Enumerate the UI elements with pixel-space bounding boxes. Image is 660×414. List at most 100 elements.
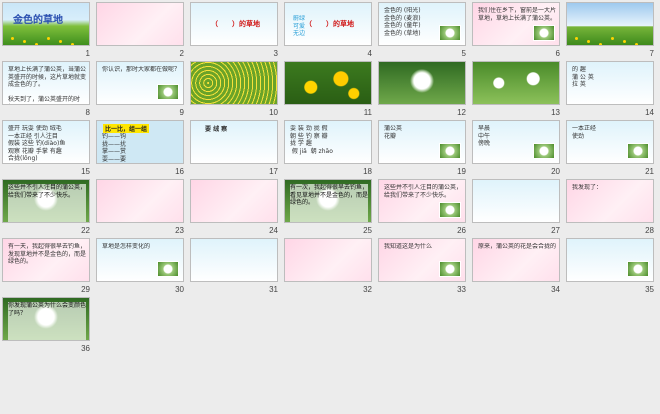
slide-thumbnail-25[interactable]: 有一次，我起得很早去钓鱼，看见草地并不是金色的，而是绿色的。	[284, 179, 372, 223]
slide-thumbnail-cell: 我发现了： 28	[564, 177, 658, 236]
slide-thumbnail-27[interactable]	[472, 179, 560, 223]
slide-number: 33	[457, 285, 466, 294]
slide-thumbnail-16[interactable]: 比一比，组一组 钓——钩 拢——扰 掌——赏 耍——要	[96, 120, 184, 164]
slide-thumbnail-13[interactable]	[472, 61, 560, 105]
slide-thumbnail-18[interactable]: 耍 装 劲 拢 假 朝 些 钓 察 瓣 拢 学 趣 假 jiǎ 朝 zhāo	[284, 120, 372, 164]
slide-number: 1	[85, 49, 90, 58]
slide-thumbnail-cell: 10	[188, 59, 282, 118]
slide-thumbnail-cell: 一本正经 使劲 21	[564, 118, 658, 177]
slide-body-text: 草地上长满了蒲公英，当蒲公英盛开的时候，这片草地就变成金色的了。 秋天到了，蒲公…	[8, 66, 86, 104]
slide-thumbnail-cell: 有一次，我起得很早去钓鱼，看见草地并不是金色的，而是绿色的。 25	[282, 177, 376, 236]
slide-thumbnail-cell: 草地是怎样变化的 30	[94, 236, 188, 295]
slide-thumbnail-cell: 原来，蒲公英的花是会合拢的 34	[470, 236, 564, 295]
slide-photo	[627, 261, 649, 277]
slide-thumbnail-9[interactable]: 你认识，那时大家都在做呢？	[96, 61, 184, 105]
slide-thumbnail-31[interactable]	[190, 238, 278, 282]
slide-title: 要 绒 察	[205, 126, 228, 133]
slide-thumbnail-23[interactable]	[96, 179, 184, 223]
slide-number: 24	[269, 226, 278, 235]
slide-thumbnail-17[interactable]: 要 绒 察	[190, 120, 278, 164]
slide-thumbnail-cell: 13	[470, 59, 564, 118]
slide-number: 36	[81, 344, 90, 353]
slide-thumbnail-cell: 这些并不引人注目的蒲公英，给我们带来了不少快乐。 22	[0, 177, 94, 236]
slide-thumbnail-3[interactable]: （ ）的草地	[190, 2, 278, 46]
slide-thumbnail-cell: 我知道这是为什么 33	[376, 236, 470, 295]
slide-thumbnail-29[interactable]: 有一天，我起得很早去钓鱼，发现草地并不是金色的，而是绿色的。	[2, 238, 90, 282]
slide-body-text: 我发现了：	[572, 184, 603, 191]
slide-thumbnail-cell: （ ）的草地 蔚绿 可爱 无边 4	[282, 0, 376, 59]
slide-thumbnail-cell: 的 趣 蒲 公 英 拉 英 14	[564, 59, 658, 118]
slide-sorter-grid: 金色的草地 1 2 （ ）的草地 3 （ ）的草地 蔚绿 可爱 无边 4 金色的 (阳光) 金色…	[0, 0, 660, 414]
slide-thumbnail-4[interactable]: （ ）的草地 蔚绿 可爱 无边	[284, 2, 372, 46]
slide-thumbnail-34[interactable]: 原来，蒲公英的花是会合拢的	[472, 238, 560, 282]
slide-body-text: 耍 装 劲 拢 假 朝 些 钓 察 瓣 拢 学 趣 假 jiǎ 朝 zhāo	[290, 125, 333, 155]
slide-thumbnail-cell: 23	[94, 177, 188, 236]
slide-thumbnail-28[interactable]: 我发现了：	[566, 179, 654, 223]
slide-thumbnail-7[interactable]	[566, 2, 654, 46]
slide-body-text: 钓——钩 拢——扰 掌——赏 耍——要	[102, 133, 127, 163]
slide-thumbnail-2[interactable]	[96, 2, 184, 46]
flower-dot	[35, 43, 38, 45]
slide-thumbnail-20[interactable]: 早晨 中午 傍晚	[472, 120, 560, 164]
slide-thumbnail-cell: 24	[188, 177, 282, 236]
slide-number: 28	[645, 226, 654, 235]
slide-number: 17	[269, 167, 278, 176]
slide-thumbnail-cell: 这些并不引人注目的蒲公英，给我们带来了不少快乐。 26	[376, 177, 470, 236]
slide-photo	[439, 261, 461, 277]
slide-thumbnail-32[interactable]	[284, 238, 372, 282]
slide-number: 30	[175, 285, 184, 294]
slide-photo	[157, 84, 179, 100]
slide-thumbnail-cell: 有一天，我起得很早去钓鱼，发现草地并不是金色的，而是绿色的。 29	[0, 236, 94, 295]
slide-thumbnail-26[interactable]: 这些并不引人注目的蒲公英，给我们带来了不少快乐。	[378, 179, 466, 223]
slide-thumbnail-21[interactable]: 一本正经 使劲	[566, 120, 654, 164]
slide-thumbnail-11[interactable]	[284, 61, 372, 105]
slide-thumbnail-cell: 32	[282, 236, 376, 295]
slide-number: 7	[649, 49, 654, 58]
slide-number: 15	[81, 167, 90, 176]
flower-dot	[587, 40, 590, 43]
slide-thumbnail-cell: 金色的草地 1	[0, 0, 94, 59]
slide-thumbnail-14[interactable]: 的 趣 蒲 公 英 拉 英	[566, 61, 654, 105]
slide-number: 31	[269, 285, 278, 294]
slide-thumbnail-19[interactable]: 蒲公英 花瓣	[378, 120, 466, 164]
flower-dot	[575, 37, 578, 40]
slide-thumbnail-12[interactable]	[378, 61, 466, 105]
slide-title: 金色的草地	[13, 15, 63, 26]
slide-number: 25	[363, 226, 372, 235]
slide-thumbnail-cell: 你发现蒲公英为什么会变颜色了吗？ 36	[0, 295, 94, 354]
slide-number: 9	[179, 108, 184, 117]
slide-thumbnail-10[interactable]	[190, 61, 278, 105]
slide-photo	[157, 261, 179, 277]
slide-number: 32	[363, 285, 372, 294]
slide-thumbnail-cell: 耍 装 劲 拢 假 朝 些 钓 察 瓣 拢 学 趣 假 jiǎ 朝 zhāo 18	[282, 118, 376, 177]
slide-thumbnail-35[interactable]	[566, 238, 654, 282]
slide-thumbnail-cell: 草地上长满了蒲公英，当蒲公英盛开的时候，这片草地就变成金色的了。 秋天到了，蒲公…	[0, 59, 94, 118]
flower-dot	[11, 37, 14, 40]
slide-number: 26	[457, 226, 466, 235]
slide-thumbnail-cell: 我们住在乡下，窗前是一大片草地，草地上长满了蒲公英。 6	[470, 0, 564, 59]
slide-thumbnail-15[interactable]: 盛开 玩耍 使劲 绒毛 一本正经 引人注目 假装 这些 钓(diào)鱼 观察 …	[2, 120, 90, 164]
slide-thumbnail-36[interactable]: 你发现蒲公英为什么会变颜色了吗？	[2, 297, 90, 341]
slide-number: 20	[551, 167, 560, 176]
slide-thumbnail-1[interactable]: 金色的草地	[2, 2, 90, 46]
slide-thumbnail-cell: 蒲公英 花瓣 19	[376, 118, 470, 177]
slide-thumbnail-cell: 金色的 (阳光) 金色的 (麦浪) 金色的 (童年) 金色的 (草地) 5	[376, 0, 470, 59]
slide-thumbnail-30[interactable]: 草地是怎样变化的	[96, 238, 184, 282]
slide-number: 19	[457, 167, 466, 176]
slide-photo	[439, 25, 461, 41]
slide-body-text: 有一次，我起得很早去钓鱼，看见草地并不是金色的，而是绿色的。	[290, 184, 368, 222]
slide-thumbnail-cell: 早晨 中午 傍晚 20	[470, 118, 564, 177]
slide-thumbnail-8[interactable]: 草地上长满了蒲公英，当蒲公英盛开的时候，这片草地就变成金色的了。 秋天到了，蒲公…	[2, 61, 90, 105]
slide-thumbnail-33[interactable]: 我知道这是为什么	[378, 238, 466, 282]
slide-photo	[533, 25, 555, 41]
slide-number: 22	[81, 226, 90, 235]
slide-photo	[439, 143, 461, 159]
slide-number: 10	[269, 108, 278, 117]
slide-body-text: 原来，蒲公英的花是会合拢的	[478, 243, 556, 250]
slide-thumbnail-24[interactable]	[190, 179, 278, 223]
slide-thumbnail-6[interactable]: 我们住在乡下，窗前是一大片草地，草地上长满了蒲公英。	[472, 2, 560, 46]
slide-number: 3	[273, 49, 278, 58]
slide-thumbnail-22[interactable]: 这些并不引人注目的蒲公英，给我们带来了不少快乐。	[2, 179, 90, 223]
slide-thumbnail-5[interactable]: 金色的 (阳光) 金色的 (麦浪) 金色的 (童年) 金色的 (草地)	[378, 2, 466, 46]
slide-number: 14	[645, 108, 654, 117]
